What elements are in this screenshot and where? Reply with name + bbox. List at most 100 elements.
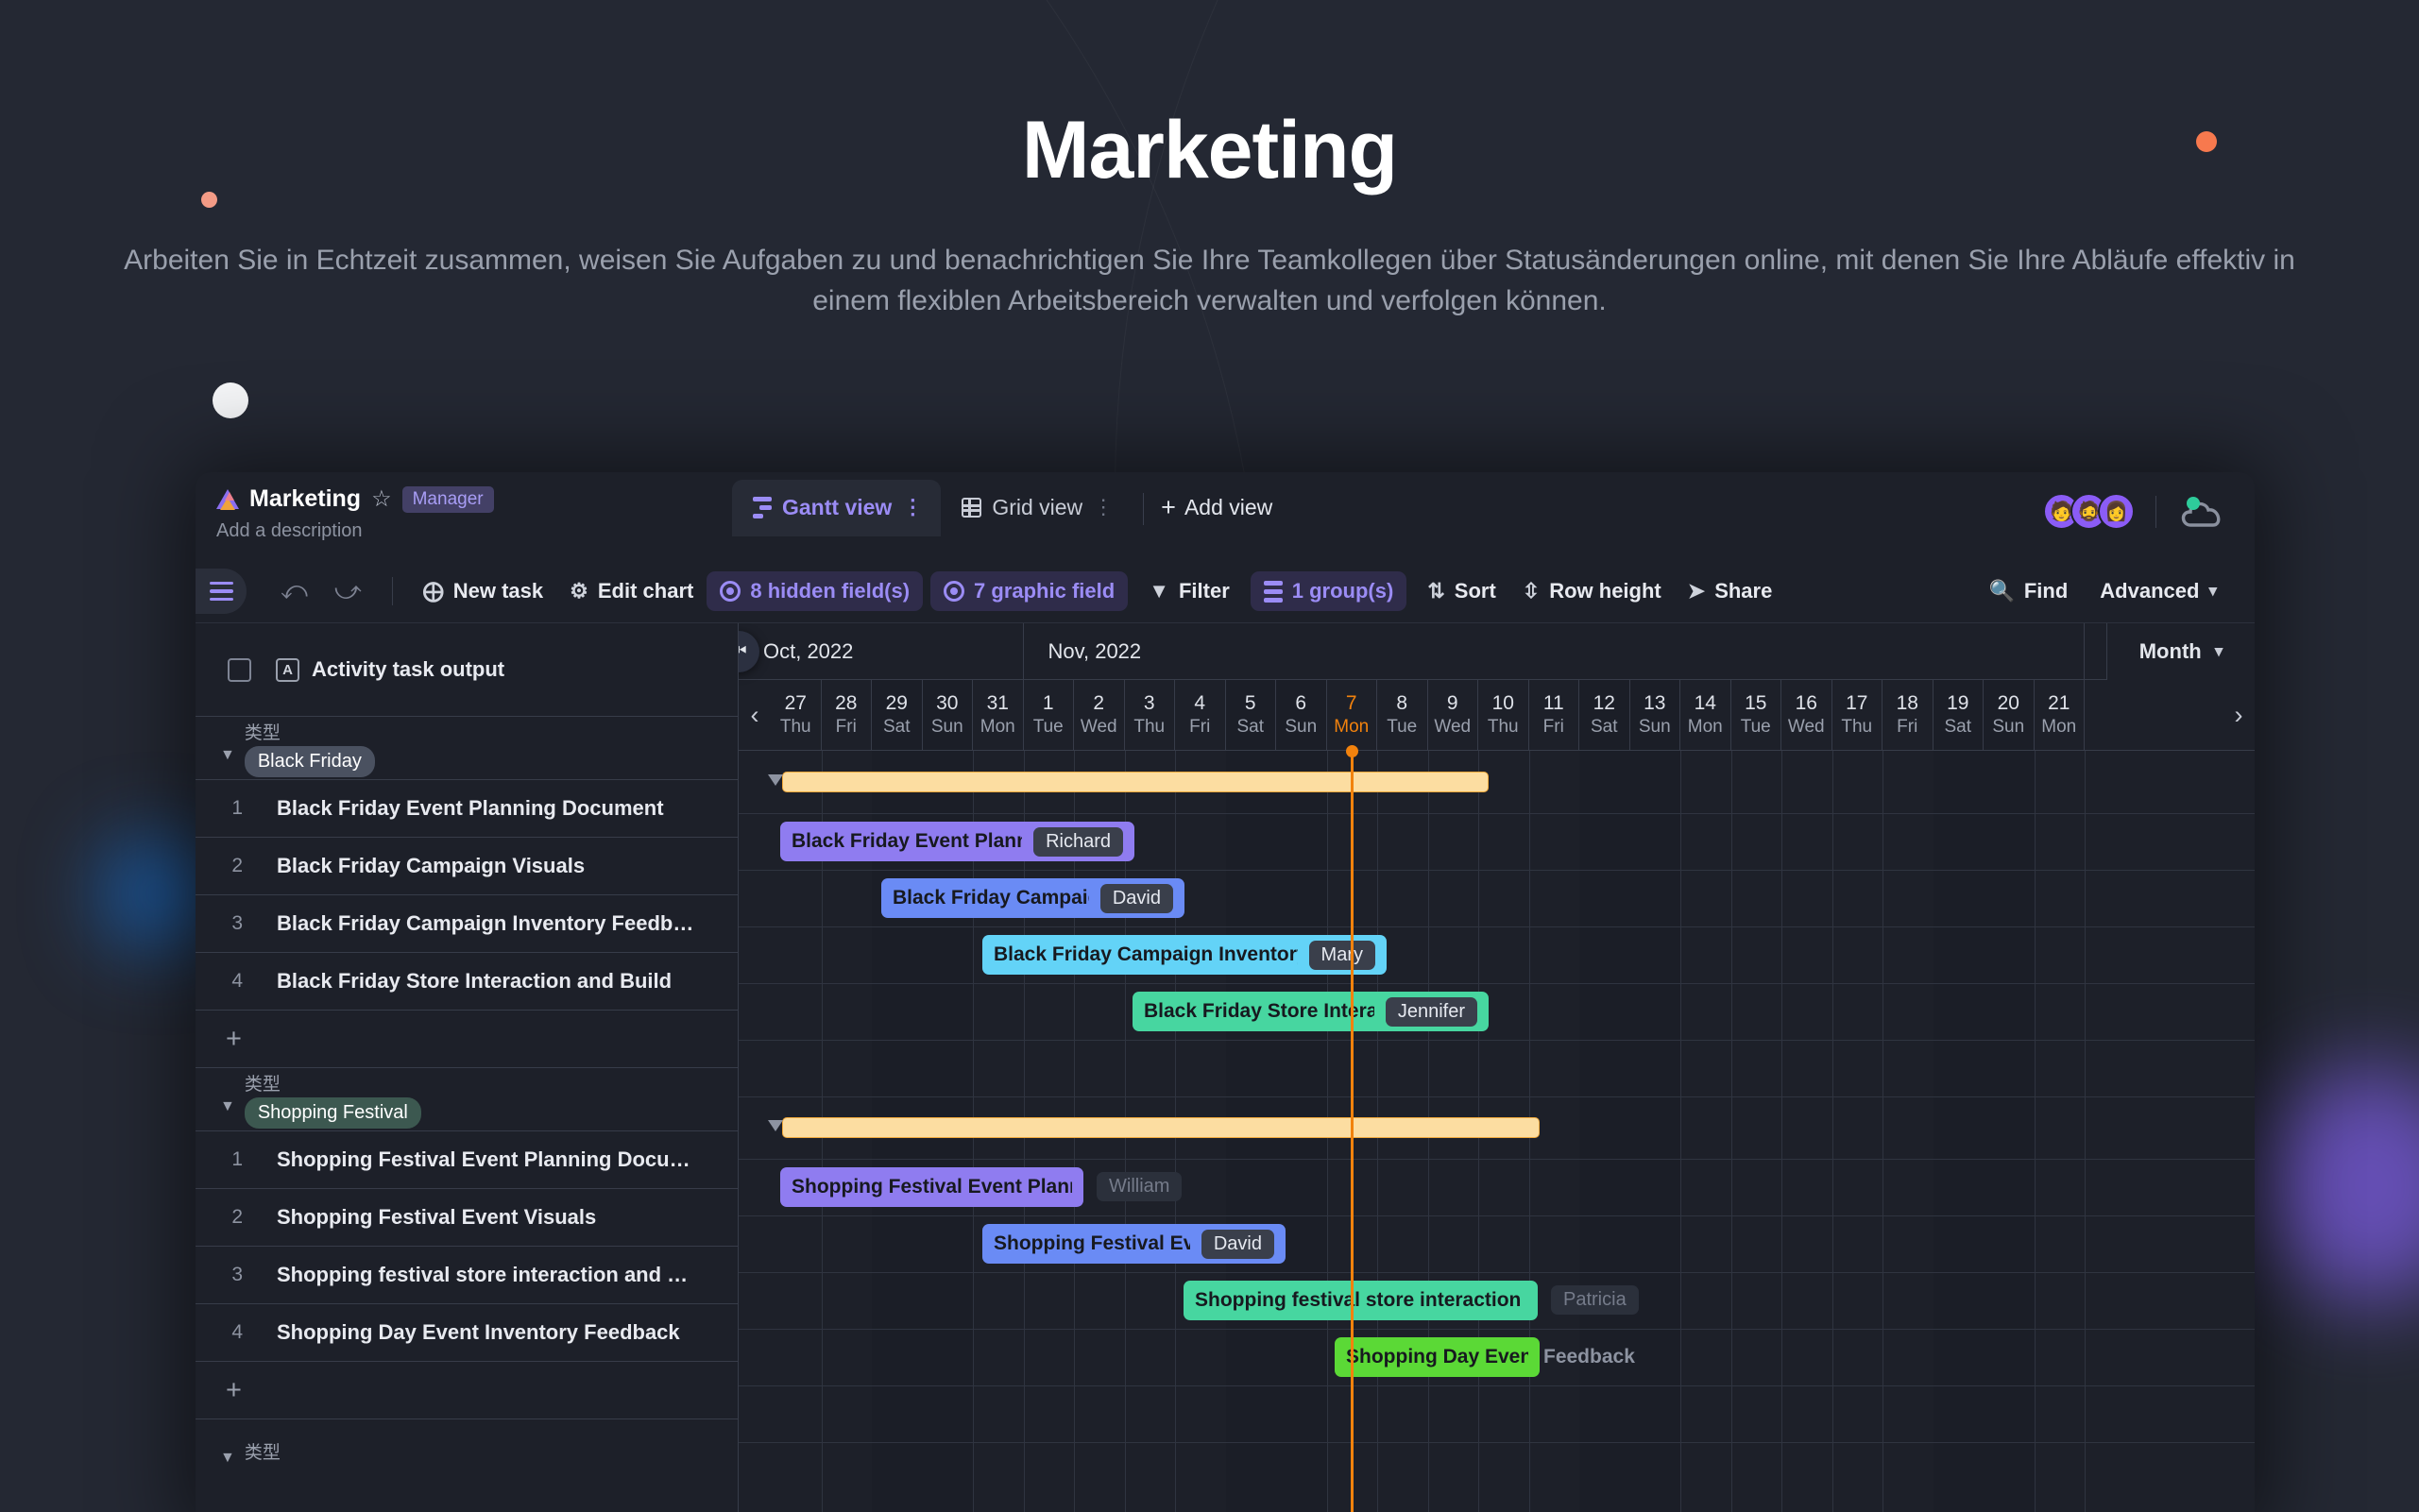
project-description[interactable]: Add a description	[216, 520, 706, 542]
timeline-day-cell[interactable]: 12 Sat	[1579, 680, 1630, 750]
timeline-day-cell[interactable]: 7 Mon	[1327, 680, 1377, 750]
group-summary-bar[interactable]	[768, 1117, 1540, 1138]
timeline-day-cell[interactable]: 5 Sat	[1225, 680, 1276, 750]
timeline-day-cell[interactable]: 19 Sat	[1933, 680, 1984, 750]
select-all-checkbox[interactable]	[228, 657, 251, 682]
column-header-activity[interactable]: A Activity task output	[276, 657, 504, 682]
group-header[interactable]: ▼ 类型	[196, 1419, 738, 1482]
timeline-day-cell[interactable]: 15 Tue	[1731, 680, 1781, 750]
filter-button[interactable]: ▼ Filter	[1135, 571, 1243, 611]
timeline-day-cell[interactable]: 10 Thu	[1478, 680, 1529, 750]
collapse-caret-icon[interactable]: ▼	[220, 1099, 235, 1114]
gantt-task-bar[interactable]: Shopping Festival Event Visuals David	[982, 1224, 1286, 1264]
assignee-chip[interactable]: David	[1099, 883, 1173, 913]
timeline-day-cell[interactable]: 2 Wed	[1074, 680, 1125, 750]
gantt-task-bar[interactable]: Shopping Festival Event Planning Documen…	[780, 1167, 1083, 1207]
table-row[interactable]: 3 Shopping festival store interaction and…	[196, 1247, 738, 1303]
cloud-sync-icon[interactable]	[2177, 495, 2226, 529]
gantt-task-bar[interactable]: Black Friday Campaign Visuals David	[881, 878, 1184, 918]
share-button[interactable]: ➤ Share	[1675, 571, 1786, 611]
timeline-day-cell[interactable]: 21 Mon	[2035, 680, 2085, 750]
task-name[interactable]: Black Friday Campaign Visuals	[277, 854, 585, 878]
add-view-button[interactable]: + Add view	[1161, 480, 1272, 520]
assignee-chip[interactable]: David	[1201, 1229, 1274, 1259]
timeline-day-cell[interactable]: 3 Thu	[1125, 680, 1175, 750]
table-row[interactable]: 1 Shopping Festival Event Planning Docu…	[196, 1131, 738, 1188]
timeline-day-weekday: Mon	[980, 717, 1015, 737]
gantt-task-bar[interactable]: Shopping Day Event Inventory Feedback	[1335, 1337, 1540, 1377]
find-button[interactable]: 🔍 Find	[1975, 571, 2081, 611]
gantt-task-bar[interactable]: Shopping festival store interaction and …	[1184, 1281, 1538, 1320]
assignee-chip[interactable]: Mary	[1308, 940, 1375, 970]
table-row[interactable]: 3 Black Friday Campaign Inventory Feedb…	[196, 895, 738, 952]
table-row[interactable]: 1 Black Friday Event Planning Document	[196, 780, 738, 837]
task-name[interactable]: Black Friday Campaign Inventory Feedb…	[277, 911, 693, 936]
sidebar-toggle-button[interactable]	[196, 569, 247, 614]
timeline-day-cell[interactable]: 1 Tue	[1024, 680, 1074, 750]
table-row[interactable]: 4 Black Friday Store Interaction and Buil…	[196, 953, 738, 1010]
timeline-day-cell[interactable]: 4 Fri	[1175, 680, 1226, 750]
group-header[interactable]: ▼ 类型 Black Friday	[196, 717, 738, 779]
timeline-day-cell[interactable]: 13 Sun	[1629, 680, 1680, 750]
collaborator-avatars[interactable]: 🧑 🧔 👩	[2043, 493, 2135, 530]
add-task-row[interactable]: +	[196, 1011, 738, 1067]
gantt-task-bar[interactable]: Black Friday Event Planning Document Rich…	[780, 822, 1134, 861]
timeline-day-cell[interactable]: 6 Sun	[1276, 680, 1327, 750]
table-row[interactable]: 2 Black Friday Campaign Visuals	[196, 838, 738, 894]
collapse-caret-icon[interactable]: ▼	[220, 1451, 235, 1466]
table-row[interactable]: 2 Shopping Festival Event Visuals	[196, 1189, 738, 1246]
tab-grid-view[interactable]: Grid view ⋮	[941, 480, 1132, 536]
timeline-next-button[interactable]: ›	[2223, 680, 2255, 751]
edit-chart-button[interactable]: ⚙ Edit chart	[556, 571, 707, 611]
timeline-day-cell[interactable]: 16 Wed	[1781, 680, 1832, 750]
avatar[interactable]: 👩	[2098, 493, 2135, 530]
gantt-task-bar[interactable]: Black Friday Campaign Inventory Feedback…	[982, 935, 1387, 975]
timeline-day-cell[interactable]: 8 Tue	[1377, 680, 1428, 750]
timeline-day-cell[interactable]: 14 Mon	[1680, 680, 1731, 750]
timeline-day-cell[interactable]: 29 Sat	[872, 680, 923, 750]
hidden-fields-button[interactable]: 8 hidden field(s)	[707, 571, 924, 611]
assignee-chip[interactable]: William	[1097, 1172, 1183, 1201]
timeline-scale-select[interactable]: Month ▾	[2106, 623, 2255, 680]
tab-grid-menu-icon[interactable]: ⋮	[1093, 497, 1115, 518]
column-header-label: Activity task output	[312, 657, 505, 681]
timeline-day-weekday: Thu	[1133, 717, 1166, 737]
timeline-day-cell[interactable]: 27 Thu	[771, 680, 822, 750]
task-name[interactable]: Shopping Day Event Inventory Feedback	[277, 1320, 680, 1345]
task-name[interactable]: Shopping Festival Event Planning Docu…	[277, 1147, 690, 1172]
undo-icon[interactable]: ⤺	[267, 576, 321, 606]
sort-button[interactable]: ⇅ Sort	[1414, 571, 1508, 611]
task-name[interactable]: Black Friday Store Interaction and Build	[277, 969, 672, 994]
task-name[interactable]: Shopping Festival Event Visuals	[277, 1205, 596, 1230]
timeline-day-cell[interactable]: 31 Mon	[973, 680, 1024, 750]
gantt-task-bar[interactable]: Black Friday Store Interaction and Build…	[1133, 992, 1489, 1031]
group-header[interactable]: ▼ 类型 Shopping Festival	[196, 1068, 738, 1130]
timeline-day-cell[interactable]: 17 Thu	[1832, 680, 1882, 750]
new-task-button[interactable]: ⨁ New task	[410, 571, 556, 611]
group-summary-bar[interactable]	[768, 772, 1489, 792]
task-name[interactable]: Shopping festival store interaction and …	[277, 1263, 688, 1287]
redo-icon[interactable]: ⤻	[321, 576, 375, 606]
favorite-star-icon[interactable]: ☆	[371, 487, 392, 511]
timeline-prev-button[interactable]: ‹	[739, 680, 771, 751]
group-button[interactable]: 1 group(s)	[1250, 571, 1407, 611]
timeline-day-cell[interactable]: 30 Sun	[922, 680, 973, 750]
sort-icon: ⇅	[1427, 579, 1445, 603]
timeline-day-cell[interactable]: 9 Wed	[1428, 680, 1478, 750]
add-task-row[interactable]: +	[196, 1362, 738, 1419]
collapse-caret-icon[interactable]: ▼	[220, 748, 235, 763]
timeline-day-cell[interactable]: 11 Fri	[1529, 680, 1579, 750]
timeline-day-cell[interactable]: 20 Sun	[1984, 680, 2035, 750]
tab-gantt-menu-icon[interactable]: ⋮	[902, 497, 924, 518]
tab-gantt-view[interactable]: Gantt view ⋮	[732, 480, 942, 536]
table-row[interactable]: 4 Shopping Day Event Inventory Feedback	[196, 1304, 738, 1361]
advanced-button[interactable]: Advanced ▾	[2087, 571, 2230, 611]
timeline-day-cell[interactable]: 18 Fri	[1882, 680, 1933, 750]
assignee-chip[interactable]: Richard	[1033, 826, 1123, 857]
assignee-chip[interactable]: Patricia	[1551, 1285, 1639, 1315]
row-height-button[interactable]: ⇳ Row height	[1509, 571, 1675, 611]
timeline-day-cell[interactable]: 28 Fri	[822, 680, 872, 750]
assignee-chip[interactable]: Jennifer	[1385, 996, 1477, 1027]
graphic-field-button[interactable]: 7 graphic field	[930, 571, 1129, 611]
task-name[interactable]: Black Friday Event Planning Document	[277, 796, 664, 821]
